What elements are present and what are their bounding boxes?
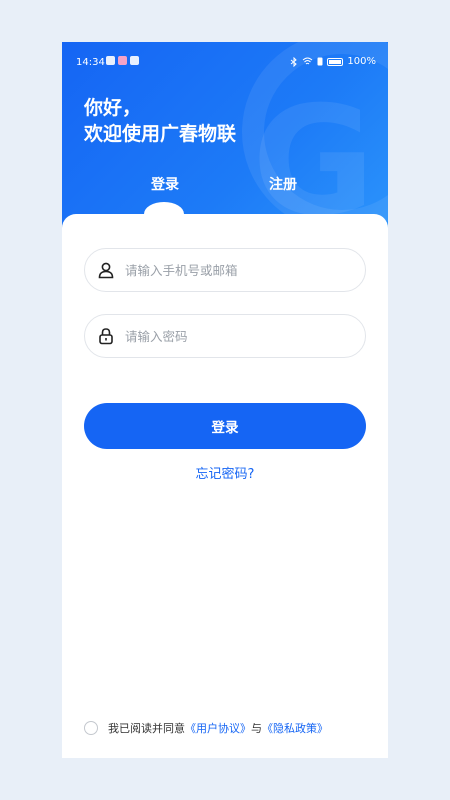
system-icons: 100%	[290, 56, 376, 67]
battery-level: 100%	[347, 56, 376, 67]
agreement-row: 我已阅读并同意 《用户协议》 与 《隐私政策》	[84, 720, 328, 736]
battery-icon	[327, 57, 344, 66]
agreement-checkbox[interactable]	[84, 721, 98, 735]
account-input[interactable]	[125, 249, 355, 291]
wifi-icon	[303, 57, 313, 65]
header-banner: G 14:34 100% 你好， 欢迎使用广春物联 登录 注册	[62, 42, 388, 242]
password-input[interactable]	[125, 315, 355, 357]
app-screen: G 14:34 100% 你好， 欢迎使用广春物联 登录 注册 请输入手机号或邮…	[62, 42, 388, 758]
greeting-line-2: 欢迎使用广春物联	[84, 123, 237, 145]
tab-register[interactable]: 注册	[269, 174, 297, 194]
login-button[interactable]: 登录	[84, 403, 366, 449]
lock-icon	[99, 328, 113, 345]
login-card	[62, 202, 388, 758]
privacy-policy-link[interactable]: 《隐私政策》	[262, 720, 328, 736]
active-tab-indicator	[144, 202, 184, 226]
app-notification-icon	[118, 56, 127, 65]
tab-login[interactable]: 登录	[151, 174, 179, 194]
user-agreement-link[interactable]: 《用户协议》	[185, 720, 251, 736]
status-time: 14:34	[76, 57, 105, 68]
user-icon	[98, 262, 114, 279]
bluetooth-icon	[291, 56, 298, 67]
agreement-conjunction: 与	[251, 722, 262, 735]
password-field[interactable]	[84, 314, 366, 358]
notification-icon	[106, 56, 115, 65]
forgot-password-link[interactable]: 忘记密码?	[62, 463, 388, 482]
account-field[interactable]	[84, 248, 366, 292]
welcome-text: 你好， 欢迎使用广春物联	[84, 95, 236, 147]
shield-icon	[130, 56, 139, 65]
notification-icons	[106, 56, 139, 65]
sim-icon	[317, 57, 323, 66]
agreement-prefix: 我已阅读并同意	[108, 722, 185, 735]
greeting-line-1: 你好，	[84, 97, 142, 119]
status-bar: 14:34 100%	[62, 42, 388, 82]
